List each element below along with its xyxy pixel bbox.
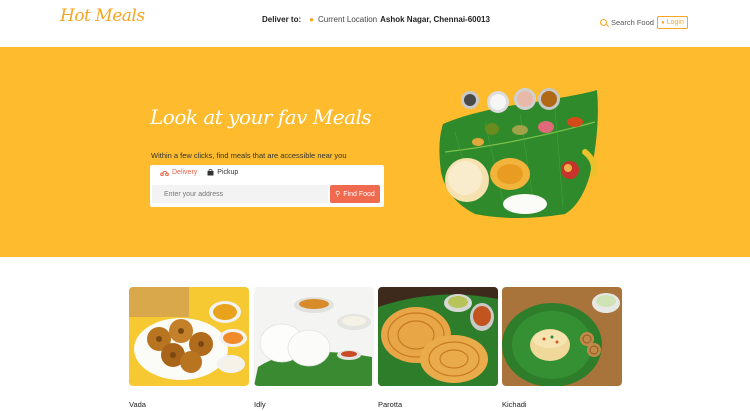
hero-title: Look at your fav Meals xyxy=(150,105,372,129)
food-card-vada[interactable] xyxy=(129,287,249,386)
login-label: Login xyxy=(666,19,684,26)
thali-image xyxy=(439,88,598,218)
hero-subtitle: Within a few clicks, find meals that are… xyxy=(151,151,347,160)
food-card-parotta[interactable] xyxy=(378,287,498,386)
search-icon: ⚲ xyxy=(335,191,341,198)
address-input[interactable] xyxy=(152,185,328,203)
food-card-idly[interactable] xyxy=(254,287,374,386)
user-icon: ● xyxy=(661,19,665,26)
header: Hot Meals Deliver to: ● Current Location… xyxy=(0,0,750,47)
scooter-icon xyxy=(160,171,169,176)
find-food-label: Find Food xyxy=(343,190,375,198)
search-food-link[interactable]: Search Food xyxy=(600,18,654,27)
tab-delivery[interactable]: Delivery xyxy=(160,169,197,176)
find-food-button[interactable]: ⚲ Find Food xyxy=(330,185,380,203)
food-name-parotta[interactable]: Parotta xyxy=(378,400,402,409)
food-name-vada[interactable]: Vada xyxy=(129,400,146,409)
current-address: Ashok Nagar, Chennai-60013 xyxy=(380,15,490,24)
location-pin-icon: ● xyxy=(309,15,314,24)
search-card: Delivery Pickup ● ⚲ Find Food xyxy=(150,165,384,207)
login-button[interactable]: ● Login xyxy=(657,16,688,29)
current-location-label: Current Location xyxy=(317,15,378,24)
deliver-to[interactable]: Deliver to: ● Current Location Ashok Nag… xyxy=(262,15,490,24)
tab-pickup[interactable]: Pickup xyxy=(207,169,238,176)
search-icon xyxy=(600,19,607,26)
food-name-idly[interactable]: Idly xyxy=(254,400,266,409)
food-card-kichadi[interactable] xyxy=(502,287,622,386)
hero-section: Look at your fav Meals Within a few clic… xyxy=(0,47,750,257)
delivery-tabs: Delivery Pickup xyxy=(160,169,248,176)
bag-icon xyxy=(207,169,214,176)
food-name-kichadi[interactable]: Kichadi xyxy=(502,400,527,409)
logo[interactable]: Hot Meals xyxy=(60,6,145,26)
tab-delivery-label: Delivery xyxy=(172,169,198,176)
search-food-label: Search Food xyxy=(611,18,654,27)
tab-pickup-label: Pickup xyxy=(217,169,239,176)
deliver-label: Deliver to: xyxy=(262,15,302,24)
page: Hot Meals Deliver to: ● Current Location… xyxy=(0,0,750,411)
